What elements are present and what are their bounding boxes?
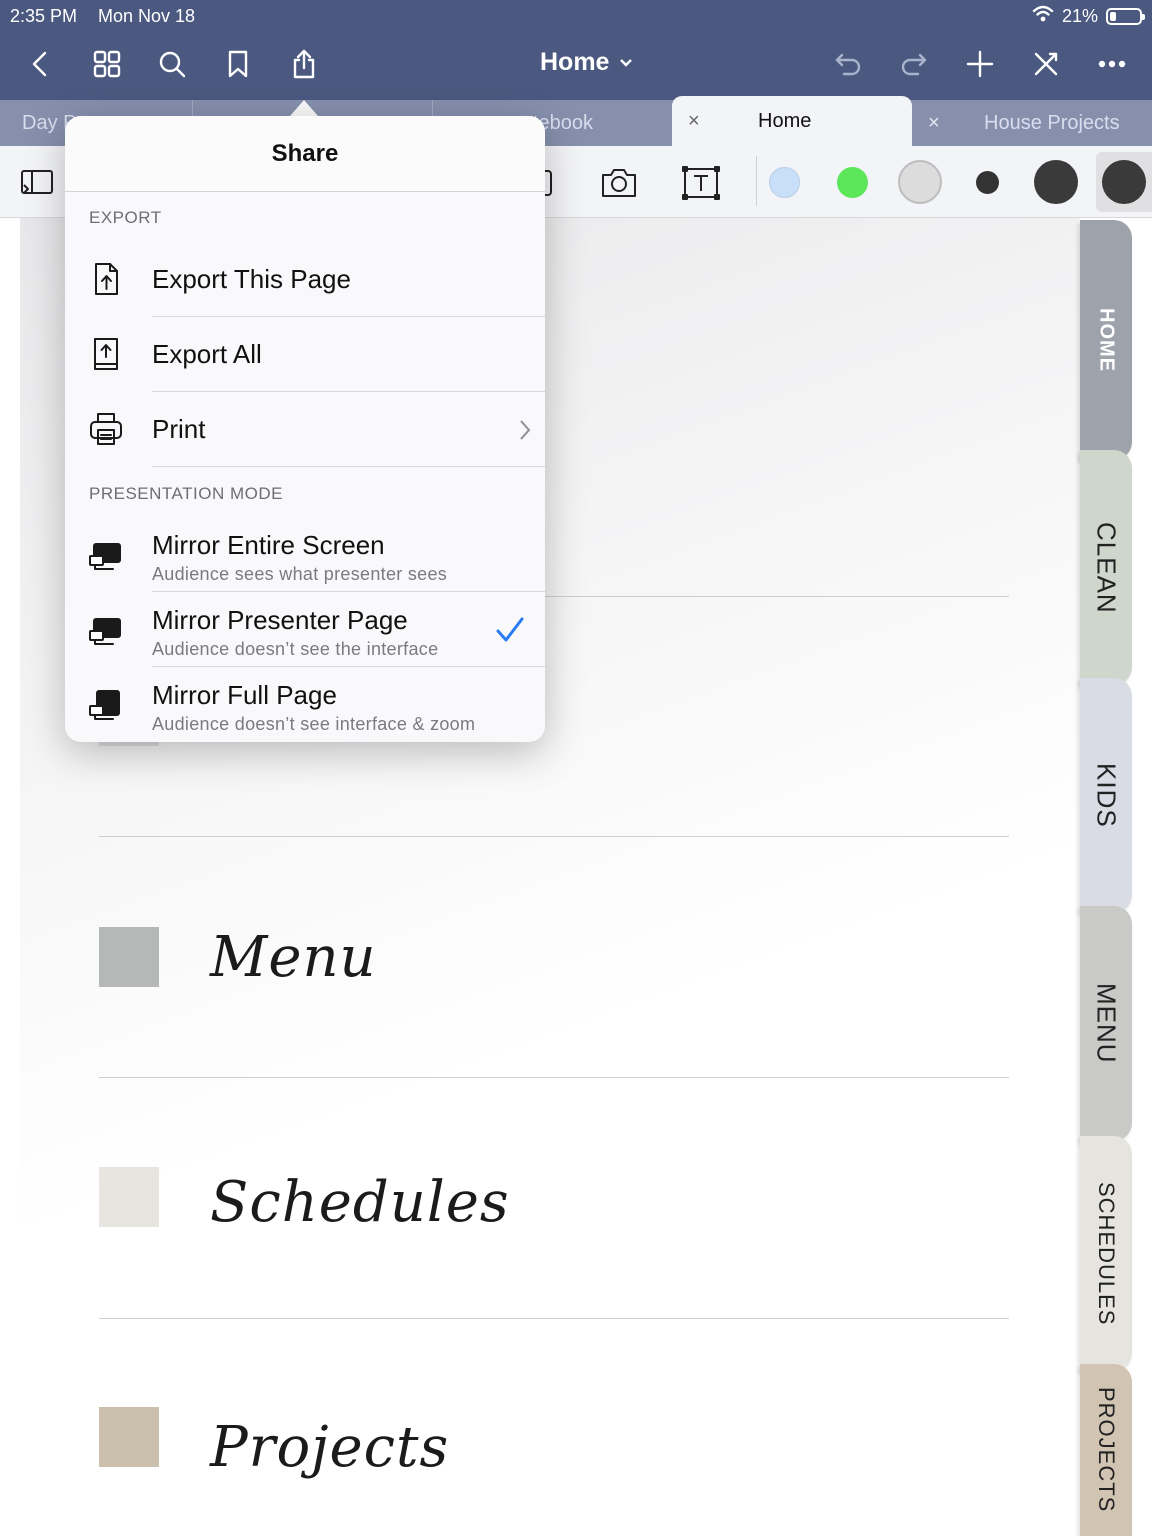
item-title: Mirror Presenter Page [152, 605, 408, 635]
share-popover: Share EXPORT Export This Page Export All… [65, 116, 545, 742]
export-all-button[interactable]: Export All [65, 317, 545, 392]
tab-house-projects[interactable]: × House Projects [912, 100, 1152, 146]
item-title: Export This Page [152, 264, 351, 294]
export-this-page-button[interactable]: Export This Page [65, 242, 545, 317]
redo-icon[interactable] [894, 44, 934, 84]
mirror-presenter-icon [87, 611, 125, 649]
bookmark-icon[interactable] [218, 44, 258, 84]
share-icon[interactable] [284, 44, 324, 84]
side-tab-clean[interactable]: CLEAN [1080, 450, 1132, 685]
side-tab-label: HOME [1095, 308, 1118, 372]
toolbar-divider [756, 156, 757, 206]
presentation-section-header: PRESENTATION MODE [89, 484, 283, 503]
pen-size-medium[interactable] [1034, 160, 1078, 204]
back-icon[interactable] [20, 44, 60, 84]
tab-notebook[interactable]: tebook [533, 100, 663, 146]
share-title: Share [65, 116, 545, 192]
tab-label: House Projects [984, 111, 1120, 134]
pen-size-large[interactable] [1102, 160, 1146, 204]
item-subtitle: Audience sees what presenter sees [152, 564, 448, 584]
section-link-menu[interactable]: Menu [210, 925, 377, 990]
battery-percent: 21% [1061, 6, 1098, 26]
side-tab-schedules[interactable]: SCHEDULES [1080, 1136, 1132, 1371]
mirror-full-page-icon [87, 686, 125, 724]
checkmark-icon [495, 615, 525, 645]
item-title: Export All [152, 339, 262, 369]
item-subtitle: Audience doesn’t see the interface [152, 639, 439, 659]
popover-arrow [290, 100, 318, 116]
side-tab-home[interactable]: HOME [1080, 220, 1132, 460]
status-date: Mon Nov 18 [98, 6, 196, 26]
read-only-icon[interactable] [15, 162, 57, 204]
section-link-projects[interactable]: Projects [210, 1415, 449, 1480]
section-divider [99, 1077, 1009, 1078]
color-swatch-light-blue[interactable] [769, 167, 800, 198]
mirror-presenter-page-option[interactable]: Mirror Presenter Page Audience doesn’t s… [65, 591, 545, 667]
side-tab-kids[interactable]: KIDS [1080, 678, 1132, 913]
export-all-icon [87, 335, 125, 373]
section-divider [99, 1318, 1009, 1319]
pen-size-small[interactable] [976, 171, 999, 194]
item-divider [152, 466, 545, 467]
status-right: 21% [1032, 5, 1145, 28]
side-tab-label: KIDS [1091, 763, 1122, 828]
chevron-down-icon [619, 48, 633, 77]
close-tab-icon[interactable]: × [928, 112, 984, 135]
battery-fill [1110, 12, 1116, 21]
search-icon[interactable] [152, 44, 192, 84]
item-title: Mirror Entire Screen [152, 530, 385, 560]
chevron-right-icon [517, 418, 533, 442]
color-swatch-selected[interactable] [898, 160, 942, 204]
side-tab-label: SCHEDULES [1094, 1181, 1119, 1326]
item-title: Print [152, 414, 206, 444]
status-time: 2:35 PM [10, 6, 78, 26]
section-swatch-menu [99, 927, 159, 987]
notebook-title: Home [540, 48, 610, 76]
side-tab-label: PROJECTS [1094, 1387, 1119, 1513]
item-subtitle: Audience doesn’t see interface & zoom [152, 714, 476, 734]
tab-label: Home [758, 109, 812, 132]
close-tab-icon[interactable]: × [688, 110, 758, 133]
battery-icon [1106, 8, 1145, 25]
section-divider [99, 836, 1009, 837]
side-tab-projects[interactable]: PROJECTS [1080, 1364, 1132, 1536]
mirror-screen-icon [87, 536, 125, 574]
side-tab-menu[interactable]: MENU [1080, 906, 1132, 1141]
top-navigation-bar: 2:35 PM Mon Nov 18 21% Home [0, 0, 1152, 100]
camera-icon[interactable] [598, 162, 640, 204]
side-tab-label: CLEAN [1091, 521, 1122, 614]
color-swatch-green[interactable] [837, 167, 868, 198]
tab-home[interactable]: × Home [672, 96, 912, 146]
export-section-header: EXPORT [89, 208, 162, 227]
section-swatch-projects [99, 1407, 159, 1467]
mirror-full-page-option[interactable]: Mirror Full Page Audience doesn’t see in… [65, 666, 545, 742]
mirror-entire-screen-option[interactable]: Mirror Entire Screen Audience sees what … [65, 516, 545, 592]
add-icon[interactable] [960, 44, 1000, 84]
printer-icon [87, 410, 125, 448]
section-swatch-schedules [99, 1167, 159, 1227]
print-button[interactable]: Print [65, 392, 545, 467]
notebook-title-button[interactable]: Home [540, 48, 633, 77]
grid-icon[interactable] [87, 44, 127, 84]
item-title: Mirror Full Page [152, 680, 337, 710]
undo-icon[interactable] [828, 44, 868, 84]
more-icon[interactable] [1092, 44, 1132, 84]
side-tab-label: MENU [1091, 983, 1122, 1064]
section-link-schedules[interactable]: Schedules [210, 1170, 510, 1235]
export-page-icon [87, 260, 125, 298]
wifi-icon [1032, 5, 1054, 28]
close-tools-icon[interactable] [1026, 44, 1066, 84]
text-box-icon[interactable] [680, 162, 722, 204]
